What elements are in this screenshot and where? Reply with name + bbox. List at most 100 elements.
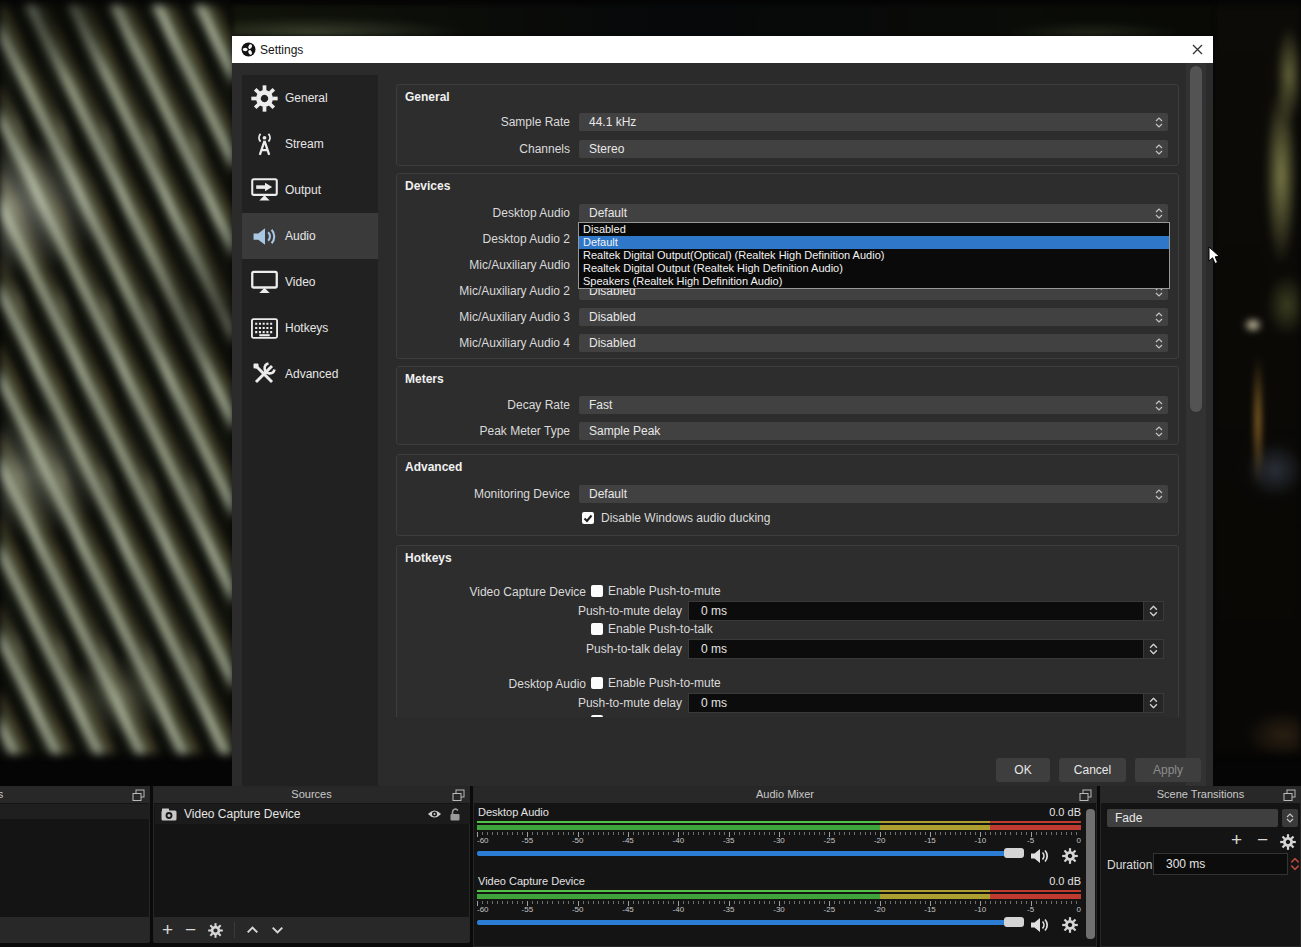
- transition-select-arrows[interactable]: [1282, 809, 1298, 827]
- mic-aux-3-select[interactable]: Disabled: [579, 308, 1168, 326]
- sidebar-item-audio[interactable]: Audio: [242, 213, 378, 259]
- dropdown-option-highlighted[interactable]: Default: [579, 236, 1169, 249]
- channel-gear-icon[interactable]: [1062, 848, 1078, 864]
- mouse-cursor: [1208, 246, 1220, 265]
- dropdown-option[interactable]: Disabled: [579, 223, 1169, 236]
- sample-rate-select[interactable]: 44.1 kHz: [579, 113, 1168, 131]
- partial-checkbox[interactable]: [591, 715, 603, 717]
- sidebar-item-video[interactable]: Video: [242, 259, 378, 305]
- mute-speaker-icon[interactable]: [1030, 848, 1050, 864]
- hotkey-device-label: Video Capture Device: [397, 583, 586, 601]
- peak-meter-type-select[interactable]: Sample Peak: [579, 422, 1168, 440]
- meter-scale-label: -60: [477, 905, 489, 914]
- mute-speaker-icon[interactable]: [1030, 917, 1050, 933]
- dialog-scrollbar-thumb[interactable]: [1190, 66, 1202, 412]
- push-to-talk-delay-spinbox[interactable]: 0 ms: [688, 639, 1164, 659]
- background-video-left: [0, 5, 233, 754]
- select-value: Fast: [589, 398, 612, 412]
- sidebar-item-stream[interactable]: Stream: [242, 121, 378, 167]
- duration-spinbox-arrows[interactable]: [1288, 853, 1301, 875]
- add-transition-button[interactable]: +: [1231, 831, 1242, 849]
- sidebar-item-general[interactable]: General: [242, 75, 378, 121]
- monitoring-device-select[interactable]: Default: [579, 485, 1168, 503]
- move-up-icon[interactable]: [246, 926, 259, 934]
- sidebar-item-output[interactable]: Output: [242, 167, 378, 213]
- select-value: Stereo: [589, 142, 624, 156]
- decay-rate-select[interactable]: Fast: [579, 396, 1168, 414]
- keyboard-icon: [249, 313, 279, 343]
- move-down-icon[interactable]: [271, 926, 284, 934]
- remove-transition-button[interactable]: −: [1257, 831, 1268, 849]
- enable-push-to-mute-checkbox-2[interactable]: [591, 677, 603, 689]
- spinbox-arrows[interactable]: [1143, 694, 1163, 712]
- sidebar-item-hotkeys[interactable]: Hotkeys: [242, 305, 378, 351]
- video-capture-icon: [161, 808, 177, 821]
- dropdown-option[interactable]: Realtek Digital Output (Realtek High Def…: [579, 262, 1169, 275]
- add-source-button[interactable]: +: [162, 921, 173, 939]
- field-label: Mic/Auxiliary Audio 4: [397, 334, 570, 352]
- source-properties-gear-icon[interactable]: [208, 923, 223, 938]
- background-video-right: [1213, 5, 1301, 754]
- sidebar-item-label: Output: [285, 183, 321, 197]
- desktop-audio-select[interactable]: Default: [579, 204, 1168, 222]
- mic-aux-4-select[interactable]: Disabled: [579, 334, 1168, 352]
- meter-scale-label: -60: [477, 836, 489, 845]
- volume-slider-handle[interactable]: [1004, 917, 1024, 927]
- scene-row[interactable]: [0, 804, 150, 819]
- sidebar-item-advanced[interactable]: Advanced: [242, 351, 378, 397]
- field-label: Desktop Audio: [397, 204, 570, 222]
- spinbox-arrows[interactable]: [1143, 602, 1163, 620]
- close-icon[interactable]: [1190, 42, 1205, 57]
- remove-source-button[interactable]: −: [185, 921, 196, 939]
- dropdown-option[interactable]: Realtek Digital Output(Optical) (Realtek…: [579, 249, 1169, 262]
- dialog-scrollbar[interactable]: [1186, 63, 1206, 786]
- meter-scale-label: 0: [1077, 905, 1081, 914]
- volume-slider[interactable]: [477, 851, 1008, 856]
- channels-select[interactable]: Stereo: [579, 140, 1168, 158]
- meter-bar: [477, 825, 1081, 830]
- meter-scale-label: -35: [723, 836, 735, 845]
- push-to-mute-delay-spinbox[interactable]: 0 ms: [688, 601, 1164, 621]
- disable-ducking-checkbox[interactable]: [582, 512, 594, 524]
- volume-slider-handle[interactable]: [1004, 848, 1024, 858]
- field-label: Push-to-mute delay: [497, 602, 682, 620]
- panels-icon[interactable]: [1283, 789, 1296, 802]
- enable-push-to-mute-checkbox[interactable]: [591, 585, 603, 597]
- transition-gear-icon[interactable]: [1280, 834, 1296, 850]
- group-title: General: [405, 90, 450, 104]
- meter-scale-label: -40: [673, 836, 685, 845]
- group-title: Meters: [405, 372, 444, 386]
- duration-spinbox[interactable]: 300 ms: [1153, 853, 1288, 875]
- field-label: Push-to-talk delay: [497, 640, 682, 658]
- obs-logo-icon: [241, 42, 256, 57]
- unlock-icon[interactable]: [448, 807, 462, 821]
- channel-gear-icon[interactable]: [1062, 917, 1078, 933]
- meter-bar: [477, 894, 1081, 899]
- transition-select[interactable]: Fade: [1107, 809, 1278, 827]
- panels-icon[interactable]: [132, 789, 145, 802]
- select-value: Disabled: [589, 310, 636, 324]
- source-row-video-capture-device[interactable]: Video Capture Device: [155, 804, 470, 824]
- meter-scale-label: -25: [824, 836, 836, 845]
- spinbox-arrows[interactable]: [1143, 640, 1163, 658]
- volume-slider[interactable]: [477, 920, 1008, 925]
- dropdown-option[interactable]: Speakers (Realtek High Definition Audio): [579, 275, 1169, 288]
- select-value: Disabled: [589, 336, 636, 350]
- select-value: Default: [589, 206, 627, 220]
- panels-icon[interactable]: [452, 789, 465, 802]
- meter-scale-label: -20: [874, 905, 886, 914]
- push-to-mute-delay-2-spinbox[interactable]: 0 ms: [688, 693, 1164, 713]
- meter-scale-label: -5: [1027, 836, 1034, 845]
- mixer-scrollbar-thumb[interactable]: [1086, 809, 1095, 939]
- source-label: Video Capture Device: [184, 807, 301, 821]
- eye-icon[interactable]: [427, 809, 442, 819]
- select-value: 44.1 kHz: [589, 115, 636, 129]
- ok-button[interactable]: OK: [996, 758, 1050, 782]
- enable-push-to-talk-checkbox[interactable]: [591, 623, 603, 635]
- meter-scale-label: -55: [522, 836, 534, 845]
- apply-button[interactable]: Apply: [1135, 758, 1201, 782]
- cancel-button[interactable]: Cancel: [1059, 758, 1126, 782]
- hotkey-device-label: Desktop Audio: [397, 675, 586, 693]
- toolbar-divider: [234, 922, 235, 938]
- panels-icon[interactable]: [1079, 789, 1092, 802]
